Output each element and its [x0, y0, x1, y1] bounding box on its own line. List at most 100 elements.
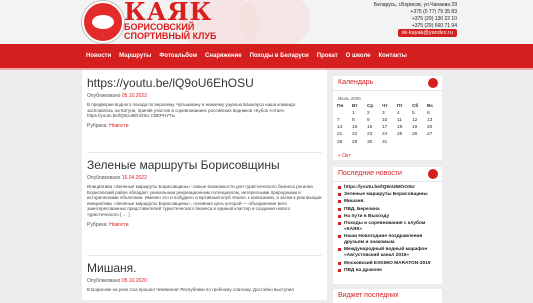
nav-item-contacts[interactable]: Контакты: [375, 44, 411, 68]
calendar-day: 11: [396, 118, 402, 124]
recent-news-link[interactable]: ПВД на драконе: [344, 268, 382, 273]
calendar-day: 28: [337, 139, 343, 145]
calendar-day: 16: [366, 125, 373, 131]
bullet-icon: [338, 248, 341, 252]
post: https://youtu.be/lQ9oU6EhOSU Опубликован…: [87, 76, 322, 129]
calendar-day: 20: [426, 125, 433, 131]
calendar-day: 1: [352, 111, 355, 117]
post: Зеленые маршруты Борисовщины Опубликован…: [87, 158, 322, 228]
bullet-icon: [338, 214, 341, 218]
recent-news-item[interactable]: Мишаня.: [338, 199, 440, 205]
post-title[interactable]: https://youtu.be/lQ9oU6EhOSU: [87, 76, 322, 90]
brand-name: КАЯК: [124, 0, 213, 26]
calendar-prev-link[interactable]: « Окт: [338, 153, 351, 159]
calendar-day: 21: [337, 132, 343, 138]
calendar-day: 30: [366, 139, 373, 145]
post-excerpt: В предверии водного похода по верхнему Ч…: [87, 102, 296, 119]
post-date[interactable]: 16.04.2022: [122, 175, 147, 181]
category-link[interactable]: Новости: [109, 123, 128, 129]
recent-news-link[interactable]: Наши Новогодние поздравления друзьям и з…: [344, 234, 422, 245]
nav-item-photos[interactable]: Фотоальбом: [155, 44, 201, 68]
brand-subtitle-2: СПОРТИВНЫЙ КЛУБ: [124, 31, 217, 41]
calendar-day: 12: [411, 118, 418, 124]
bullet-icon: [338, 261, 341, 265]
recent-news-link[interactable]: Походы и соревнования с клубом «КАЯК»: [344, 221, 425, 232]
post-meta: Опубликовано 16.04.2022: [87, 175, 322, 181]
main-content: https://youtu.be/lQ9oU6EhOSU Опубликован…: [82, 70, 327, 300]
category-link[interactable]: Новости: [109, 222, 128, 228]
sidebar: Календарь Июль 2025 Пн Вт Ср Чт Пт Сб Вс…: [333, 70, 442, 303]
video-widget-title: Виджет последних: [338, 292, 399, 299]
recent-news-link[interactable]: Мишаня.: [344, 199, 365, 204]
bullet-icon: [338, 207, 341, 211]
recent-news-item[interactable]: ПВД на драконе: [338, 268, 440, 274]
recent-news-link[interactable]: Зеленые маршруты Борисовщины: [344, 192, 428, 197]
recent-news-item[interactable]: Наши Новогодние поздравления друзьям и з…: [338, 234, 440, 246]
brand[interactable]: КАЯК БОРИСОВСКИЙ СПОРТИВНЫЙ КЛУБ: [124, 0, 217, 41]
post-excerpt: Инициатива «Зеленые маршруты Борисовщины…: [87, 184, 322, 217]
recent-news-list: https://youtu.be/lQ9oU6EhOSU Зеленые мар…: [338, 185, 440, 275]
nav-item-trips[interactable]: Походы в Беларуси: [246, 44, 313, 68]
post-meta-label: Опубликовано: [87, 93, 121, 99]
email-link[interactable]: sk-kayak@yandex.ru: [397, 29, 457, 37]
bullet-icon: [338, 268, 341, 272]
post-excerpt: В Борисове на реке Сха прошел Чемпионат …: [87, 287, 294, 292]
nav-item-rental[interactable]: Прокат: [313, 44, 342, 68]
bullet-icon: [338, 200, 341, 204]
nav-item-routes[interactable]: Маршруты: [115, 44, 155, 68]
calendar-day: 22: [352, 132, 358, 138]
recent-news-link[interactable]: https://youtu.be/lQ9oU6EhOSU: [344, 185, 415, 190]
calendar-day: 4: [396, 111, 400, 117]
calendar-widget: Календарь Июль 2025 Пн Вт Ср Чт Пт Сб Вс…: [333, 76, 442, 160]
recent-news-link[interactable]: Международный водный марафон «Августовск…: [344, 247, 427, 258]
post-date[interactable]: 05.10.2020: [122, 278, 147, 284]
bullet-icon: [338, 186, 341, 189]
recent-news-widget: Последние новости https://youtu.be/lQ9oU…: [333, 167, 442, 284]
weekday: Вс: [426, 104, 434, 110]
calendar-day: 27: [426, 132, 433, 138]
recent-news-item[interactable]: https://youtu.be/lQ9oU6EhOSU: [338, 185, 440, 191]
calendar-day: 5: [411, 111, 415, 117]
weekday: Сб: [411, 104, 419, 110]
post-meta: Опубликовано 05.10.2020: [87, 278, 322, 284]
post-meta-label: Опубликовано: [87, 175, 121, 181]
post-title[interactable]: Мишаня.: [87, 261, 322, 275]
calendar-day: 3: [381, 111, 385, 117]
recent-news-item[interactable]: Походы и соревнования с клубом «КАЯК»: [338, 221, 440, 233]
recent-news-item[interactable]: Московский ESKIMO MARATON-2019: [338, 261, 440, 267]
contact-phone: +375 (29) 130 22 10: [411, 16, 457, 22]
recent-news-item[interactable]: На пути в Выхозду: [338, 214, 440, 220]
post-divider: [87, 152, 322, 153]
post-title[interactable]: Зеленые маршруты Борисовщины: [87, 158, 322, 172]
recent-news-item[interactable]: ПВД. Березина: [338, 207, 440, 213]
calendar-day: 13: [426, 118, 433, 124]
category-label: Рубрика:: [87, 221, 108, 228]
bullet-icon: [338, 193, 341, 197]
recent-news-title: Последние новости: [338, 170, 402, 177]
recent-news-link[interactable]: ПВД. Березина: [344, 207, 380, 212]
post-date[interactable]: 05.10.2022: [122, 93, 147, 99]
recent-news-link[interactable]: Московский ESKIMO MARATON-2019: [344, 261, 431, 266]
recent-news-link[interactable]: На пути в Выхозду: [344, 214, 389, 219]
calendar-day: 2: [366, 111, 370, 117]
post-category: Рубрика: Новости: [87, 222, 322, 228]
recent-news-item[interactable]: Зеленые маршруты Борисовщины: [338, 192, 440, 198]
nav-item-equipment[interactable]: Снаряжение: [201, 44, 246, 68]
video-widget: Виджет последних: [333, 289, 442, 303]
main-nav: Новости Маршруты Фотоальбом Снаряжение П…: [0, 44, 533, 68]
recent-news-item[interactable]: Международный водный марафон «Августовск…: [338, 247, 440, 259]
nav-item-news[interactable]: Новости: [82, 44, 115, 68]
page: КАЯК БОРИСОВСКИЙ СПОРТИВНЫЙ КЛУБ Беларус…: [0, 0, 533, 303]
nav-item-about[interactable]: О школе: [342, 44, 375, 68]
contacts-block: Беларусь, г.Борисов, ул.Чапаева 29 +375 …: [374, 2, 457, 30]
calendar-day: 6: [426, 111, 430, 117]
calendar-title: Календарь: [338, 79, 374, 86]
calendar-day: 25: [396, 132, 403, 138]
calendar-grid: Пн Вт Ср Чт Пт Сб Вс 1 2 3 4 5 6 7 8 9 1…: [337, 103, 442, 146]
calendar-day: [397, 138, 412, 145]
calendar-day: 7: [337, 118, 340, 124]
club-logo[interactable]: [82, 1, 124, 43]
calendar-month: Июль 2025: [338, 96, 361, 101]
bullet-icon: [338, 235, 341, 239]
bullet-icon: [338, 221, 341, 225]
